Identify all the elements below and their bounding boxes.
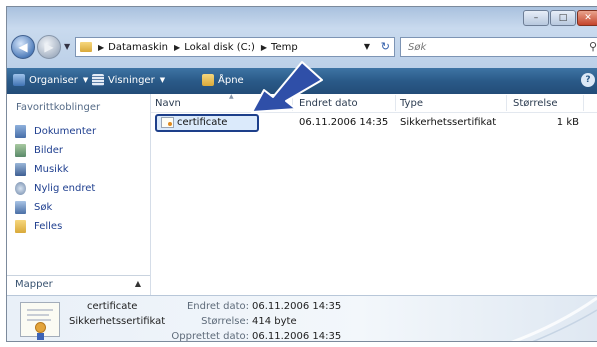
details-created-value: 06.11.2006 14:35	[252, 331, 342, 342]
details-pane: certificate Sikkerhetssertifikat Endret …	[7, 295, 597, 342]
nav-link-label: Nylig endret	[34, 183, 96, 194]
search-box[interactable]: ⚲	[400, 37, 597, 57]
column-divider[interactable]	[292, 95, 293, 111]
forward-arrow-icon: ▶	[44, 40, 54, 54]
search-icon[interactable]: ⚲	[589, 40, 597, 53]
column-header-size[interactable]: Størrelse	[513, 98, 558, 109]
details-created-label: Opprettet dato:	[171, 331, 249, 342]
breadcrumb-separator-icon[interactable]: ▶	[174, 43, 180, 52]
nav-link-music[interactable]: Musikk	[15, 160, 96, 179]
favorite-links-list: Dokumenter Bilder Musikk Nylig endret Sø…	[15, 122, 96, 236]
folders-toggle[interactable]: Mapper ▲	[7, 275, 150, 295]
nav-link-label: Søk	[34, 202, 53, 213]
maximize-button[interactable]: □	[550, 10, 576, 26]
recent-pages-dropdown-icon[interactable]: ▼	[64, 42, 70, 51]
navigation-row: ◀ ▶ ▼ ▶ Datamaskin ▶ Lokal disk (C:) ▶ T…	[11, 34, 597, 62]
address-dropdown-icon[interactable]: ▼	[364, 42, 370, 51]
file-name[interactable]: certificate	[177, 117, 227, 128]
views-button[interactable]: Visninger ▼	[92, 74, 165, 86]
breadcrumb-temp[interactable]: Temp	[271, 42, 298, 53]
file-list: ▲ Navn Endret dato Type Størrelse certif…	[151, 93, 597, 295]
certificate-large-icon	[20, 302, 60, 340]
recent-icon	[15, 182, 26, 195]
views-label: Visninger	[108, 74, 155, 86]
chevron-up-icon: ▲	[134, 279, 141, 288]
music-icon	[15, 163, 26, 176]
file-type: Sikkerhetssertifikat	[400, 117, 497, 128]
details-modified-label: Endret dato:	[186, 301, 249, 312]
nav-link-search[interactable]: Søk	[15, 198, 96, 217]
column-headers: ▲ Navn Endret dato Type Størrelse	[151, 93, 597, 113]
column-header-name[interactable]: Navn	[155, 98, 181, 109]
column-divider[interactable]	[506, 95, 507, 111]
pictures-icon	[15, 144, 26, 157]
breadcrumb-separator-icon[interactable]: ▶	[98, 43, 104, 52]
details-size-value: 414 byte	[252, 316, 297, 327]
column-divider[interactable]	[395, 95, 396, 111]
open-button[interactable]: Åpne	[202, 74, 244, 86]
address-bar[interactable]: ▶ Datamaskin ▶ Lokal disk (C:) ▶ Temp ▼ …	[75, 37, 395, 57]
search-input[interactable]	[406, 41, 560, 54]
close-button[interactable]: ✕	[577, 10, 597, 26]
file-row[interactable]: certificate 06.11.2006 14:35 Sikkerhetss…	[153, 114, 597, 132]
back-button[interactable]: ◀	[11, 35, 35, 59]
nav-link-documents[interactable]: Dokumenter	[15, 122, 96, 141]
breadcrumb-computer[interactable]: Datamaskin	[108, 42, 168, 53]
close-icon: ✕	[584, 13, 592, 23]
file-size: 1 kB	[556, 117, 579, 128]
forward-button[interactable]: ▶	[37, 35, 61, 59]
chevron-down-icon: ▼	[159, 76, 166, 84]
certificate-file-icon	[161, 117, 174, 128]
nav-link-label: Felles	[34, 221, 63, 232]
favorite-links-heading: Favorittkoblinger	[16, 102, 101, 113]
column-header-type[interactable]: Type	[400, 98, 423, 109]
navigation-pane: Favorittkoblinger Dokumenter Bilder Musi…	[7, 94, 151, 295]
minimize-icon: –	[533, 13, 539, 23]
organize-label: Organiser	[29, 74, 78, 86]
minimize-button[interactable]: –	[523, 10, 549, 26]
decorative-swoosh	[510, 296, 597, 341]
help-icon: ?	[585, 75, 591, 85]
details-modified-value: 06.11.2006 14:35	[252, 301, 342, 312]
nav-link-pictures[interactable]: Bilder	[15, 141, 96, 160]
nav-link-label: Dokumenter	[34, 126, 97, 137]
search-folder-icon	[15, 201, 26, 214]
column-divider[interactable]	[583, 95, 584, 111]
command-toolbar: Organiser ▼ Visninger ▼ Åpne ?	[7, 68, 597, 94]
nav-link-recently-changed[interactable]: Nylig endret	[15, 179, 96, 198]
views-icon	[92, 74, 104, 86]
open-label: Åpne	[218, 74, 244, 86]
open-folder-icon	[202, 74, 214, 86]
explorer-window: – □ ✕ ◀ ▶ ▼ ▶ Datamaskin ▶ Lokal disk (C…	[6, 6, 597, 342]
chevron-down-icon: ▼	[82, 76, 89, 84]
back-arrow-icon: ◀	[18, 40, 28, 54]
folders-label: Mapper	[15, 279, 53, 290]
nav-link-public[interactable]: Felles	[15, 217, 96, 236]
help-button[interactable]: ?	[581, 73, 595, 87]
folder-icon	[80, 42, 92, 52]
nav-link-label: Bilder	[34, 145, 64, 156]
public-folder-icon	[15, 220, 26, 233]
refresh-icon[interactable]: ↻	[381, 40, 390, 53]
sort-indicator-icon: ▲	[229, 93, 234, 100]
maximize-icon: □	[558, 13, 568, 23]
organize-icon	[13, 74, 25, 86]
details-file-name: certificate	[87, 301, 138, 312]
details-size-label: Størrelse:	[201, 316, 249, 327]
breadcrumb-local-disk[interactable]: Lokal disk (C:)	[184, 42, 255, 53]
organize-button[interactable]: Organiser ▼	[13, 74, 88, 86]
breadcrumb-separator-icon[interactable]: ▶	[261, 43, 267, 52]
nav-link-label: Musikk	[34, 164, 69, 175]
column-header-modified[interactable]: Endret dato	[299, 98, 358, 109]
title-bar: – □ ✕ ◀ ▶ ▼ ▶ Datamaskin ▶ Lokal disk (C…	[7, 7, 597, 68]
documents-icon	[15, 125, 26, 138]
file-modified: 06.11.2006 14:35	[299, 117, 389, 128]
window-controls: – □ ✕	[522, 10, 597, 26]
